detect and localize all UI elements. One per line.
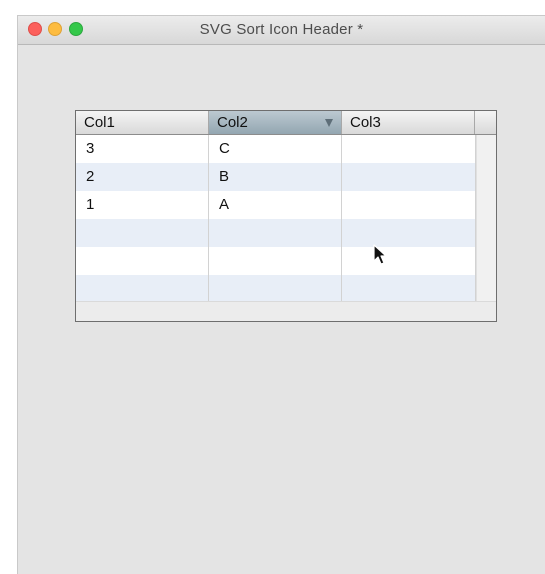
sort-descending-icon — [325, 119, 333, 127]
table-header: Col1 Col2 Col3 — [76, 111, 496, 135]
table-cell[interactable] — [76, 275, 209, 301]
table-row[interactable] — [76, 275, 476, 301]
table-cell[interactable] — [209, 275, 342, 301]
table-cell[interactable] — [342, 135, 476, 163]
column-header-label: Col1 — [84, 114, 115, 131]
app-window: SVG Sort Icon Header * Col1 Col2 Col3 3 … — [17, 15, 545, 574]
table-cell[interactable]: B — [209, 163, 342, 191]
vertical-scrollbar[interactable] — [476, 135, 496, 301]
table-cell[interactable] — [342, 275, 476, 301]
table-row[interactable]: 1 A — [76, 191, 476, 219]
table-cell[interactable]: 2 — [76, 163, 209, 191]
table-cell[interactable]: 3 — [76, 135, 209, 163]
table-cell[interactable] — [342, 219, 476, 247]
arrow-cursor-icon — [373, 244, 387, 265]
column-header-label: Col3 — [350, 114, 381, 131]
table-cell[interactable] — [342, 163, 476, 191]
table-row[interactable]: 2 B — [76, 163, 476, 191]
table-row[interactable] — [76, 247, 476, 275]
column-header-col3[interactable]: Col3 — [342, 111, 475, 134]
header-corner — [475, 111, 496, 134]
column-header-col2[interactable]: Col2 — [209, 111, 342, 134]
table-cell[interactable] — [76, 247, 209, 275]
column-header-col1[interactable]: Col1 — [76, 111, 209, 134]
table-cell[interactable]: C — [209, 135, 342, 163]
table-cell[interactable] — [209, 219, 342, 247]
horizontal-scrollbar[interactable] — [76, 301, 496, 321]
table-row[interactable] — [76, 219, 476, 247]
table-cell[interactable] — [342, 191, 476, 219]
window-title: SVG Sort Icon Header * — [199, 21, 364, 38]
table-cell[interactable] — [342, 247, 476, 275]
data-table[interactable]: Col1 Col2 Col3 3 C 2 B 1 A — [75, 110, 497, 322]
table-cell[interactable]: A — [209, 191, 342, 219]
table-cell[interactable] — [76, 219, 209, 247]
title-bar[interactable]: SVG Sort Icon Header * — [18, 16, 545, 45]
column-header-label: Col2 — [217, 114, 248, 131]
table-cell[interactable]: 1 — [76, 191, 209, 219]
table-row[interactable]: 3 C — [76, 135, 476, 163]
table-body: 3 C 2 B 1 A — [76, 135, 476, 301]
table-cell[interactable] — [209, 247, 342, 275]
